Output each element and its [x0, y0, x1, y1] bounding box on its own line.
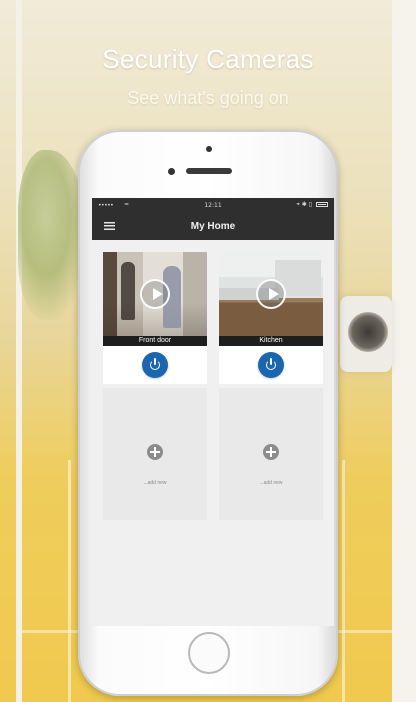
add-new-label: ...add new: [259, 480, 283, 486]
power-icon[interactable]: [142, 352, 168, 378]
nav-bar: My Home: [92, 212, 334, 240]
camera-feed-thumbnail[interactable]: [103, 252, 207, 336]
camera-label: Kitchen: [219, 336, 323, 346]
add-camera-slot[interactable]: ...add new: [219, 388, 323, 520]
page-title: My Home: [190, 221, 236, 232]
plus-circle-icon: [263, 444, 279, 460]
promo-subline: See what's going on: [127, 88, 289, 108]
home-button[interactable]: [188, 632, 230, 674]
phone-sensor: [206, 146, 212, 152]
plus-circle-icon: [147, 444, 163, 460]
person-silhouette: [121, 262, 135, 320]
promo-headline: Security Cameras: [102, 44, 314, 74]
phone-front-camera: [168, 168, 175, 175]
app-screen: ••••• ≈ 12:11 ⌖ ✱ ▯ My Home Front door K…: [92, 198, 334, 626]
camera-label: Front door: [103, 336, 207, 346]
add-camera-slot[interactable]: ...add new: [103, 388, 207, 520]
battery-icon: [316, 202, 328, 207]
status-bar: ••••• ≈ 12:11 ⌖ ✱ ▯: [92, 198, 334, 212]
add-new-label: ...add new: [143, 480, 167, 486]
camera-feed-thumbnail[interactable]: [219, 252, 323, 336]
camera-card-front-door: Front door: [103, 252, 207, 384]
phone-speaker: [186, 168, 232, 174]
power-icon[interactable]: [258, 352, 284, 378]
status-icons: ⌖ ✱ ▯: [296, 201, 312, 208]
play-icon[interactable]: [256, 279, 286, 309]
background-wall-camera: [340, 296, 392, 372]
camera-card-kitchen: Kitchen: [219, 252, 323, 384]
play-icon[interactable]: [140, 279, 170, 309]
